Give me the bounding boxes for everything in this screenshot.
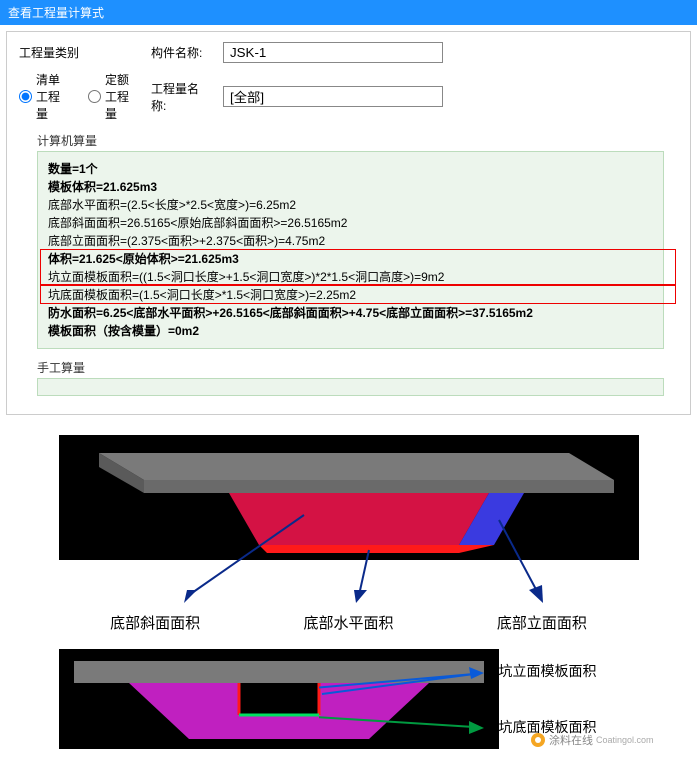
calc-line: 模板面积（按含模量）=0m2 (48, 322, 653, 340)
calc-line: 模板体积=21.625m3 (48, 178, 653, 196)
calc-line: 防水面积=6.25<底部水平面积>+26.5165<底部斜面面积>+4.75<底… (48, 304, 653, 322)
calc-line: 体积=21.625<原始体积>=21.625m3 (48, 250, 653, 268)
calc-line: 数量=1个 (48, 160, 653, 178)
diagram1-label-horizontal: 底部水平面积 (303, 612, 393, 633)
project-name-input[interactable] (223, 86, 443, 107)
diagram1-label-slope: 底部斜面面积 (110, 612, 200, 633)
calc-line: 坑底面模板面积=(1.5<洞口长度>*1.5<洞口宽度>)=2.25m2 (48, 286, 653, 304)
radio-quota-qty[interactable]: 定额工程量 (88, 71, 139, 122)
diagram-2: 坑立面模板面积 坑底面模板面积 涂料在线 Coatingol.com (59, 649, 499, 752)
diagram2-label-wall: 坑立面模板面积 (499, 661, 639, 681)
form-panel: 工程量类别 构件名称: 清单工程量 定额工程量 工程量名称: 计算机算量 数量=… (6, 31, 691, 415)
diagram-1-svg (59, 435, 639, 605)
calc-line: 底部斜面面积=26.5165<原始底部斜面面积>=26.5165m2 (48, 214, 653, 232)
diagram-1: 底部斜面面积 底部水平面积 底部立面面积 (59, 435, 639, 633)
calc-result-box: 数量=1个 模板体积=21.625m3 底部水平面积=(2.5<长度>*2.5<… (37, 151, 664, 349)
calc-line: 底部立面面积=(2.375<面积>+2.375<面积>)=4.75m2 (48, 232, 653, 250)
watermark-url: Coatingol.com (596, 735, 654, 745)
manual-calc-box (37, 378, 664, 396)
diagrams-container: 底部斜面面积 底部水平面积 底部立面面积 坑立面模板面积 (0, 421, 697, 766)
watermark: 涂料在线 Coatingol.com (530, 732, 654, 748)
window-title: 查看工程量计算式 (8, 6, 104, 20)
calc-line: 底部水平面积=(2.5<长度>*2.5<宽度>)=6.25m2 (48, 196, 653, 214)
category-label: 工程量类别 (19, 44, 139, 61)
component-name-input[interactable] (223, 42, 443, 63)
watermark-logo-icon (530, 732, 546, 748)
window-title-bar: 查看工程量计算式 (0, 0, 697, 25)
radio-bill-label: 清单工程量 (36, 71, 70, 122)
watermark-text: 涂料在线 (549, 732, 593, 748)
radio-quota-input[interactable] (88, 90, 101, 103)
section-computer-calc: 计算机算量 (37, 132, 672, 149)
component-name-label: 构件名称: (151, 44, 211, 61)
radio-bill-input[interactable] (19, 90, 32, 103)
project-name-label: 工程量名称: (151, 80, 211, 114)
diagram1-label-vertical: 底部立面面积 (497, 612, 587, 633)
radio-quota-label: 定额工程量 (105, 71, 139, 122)
diagram-2-arrows (319, 649, 489, 749)
section-manual-calc: 手工算量 (37, 359, 672, 376)
radio-bill-qty[interactable]: 清单工程量 (19, 71, 70, 122)
calc-line: 坑立面模板面积=((1.5<洞口长度>+1.5<洞口宽度>)*2*1.5<洞口高… (48, 268, 653, 286)
